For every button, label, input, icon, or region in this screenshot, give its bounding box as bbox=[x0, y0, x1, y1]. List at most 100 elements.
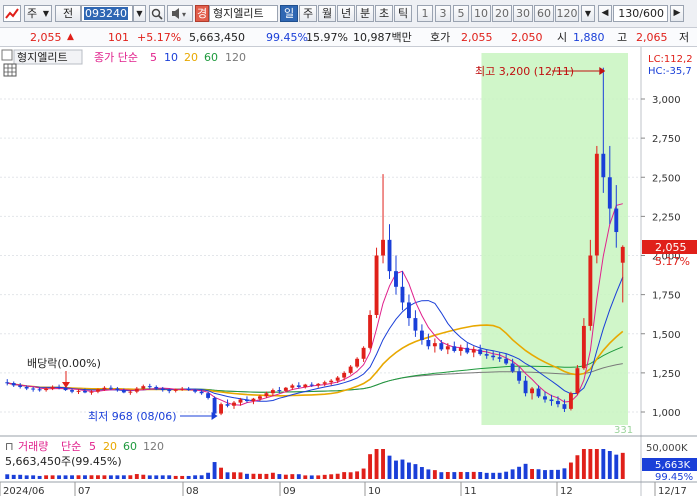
candle-body bbox=[303, 384, 308, 387]
candle-body bbox=[270, 390, 275, 394]
volume-bar bbox=[452, 472, 457, 479]
volume-bar bbox=[141, 474, 146, 479]
search-button[interactable] bbox=[149, 5, 165, 22]
time-tick-label: 11 bbox=[464, 486, 477, 496]
volume-bar bbox=[257, 473, 262, 479]
volume-bar bbox=[167, 475, 172, 479]
step-button-3[interactable]: 3 bbox=[435, 5, 451, 22]
candle-body bbox=[245, 399, 249, 402]
volume-legend-icon: ⊓ bbox=[5, 440, 14, 453]
volume-bar bbox=[83, 475, 87, 479]
price-badge: 2,055 bbox=[655, 241, 687, 254]
volume-bar bbox=[497, 472, 502, 479]
candle-body bbox=[316, 383, 321, 386]
legend-stock-name: 형지엘리트 bbox=[17, 51, 68, 64]
period-tab-year[interactable]: 년 bbox=[337, 5, 355, 22]
scope-button[interactable]: 전 bbox=[55, 5, 81, 22]
price-tick-label: 1,000 bbox=[652, 408, 681, 419]
stock-code-input[interactable]: 093240 bbox=[81, 5, 133, 22]
period-tab-tick[interactable]: 틱 bbox=[394, 5, 412, 22]
candle-body bbox=[76, 390, 81, 392]
volume-bar bbox=[186, 475, 191, 479]
candle-body bbox=[620, 246, 625, 263]
period-tab-week[interactable]: 주 bbox=[299, 5, 317, 22]
time-tick-label: 12/17 bbox=[658, 486, 687, 496]
count-display[interactable]: 130/600 bbox=[613, 5, 668, 22]
legend-ma-120: 120 bbox=[225, 51, 246, 64]
volume-bar bbox=[44, 475, 49, 479]
volume-bar bbox=[251, 473, 256, 479]
candle-body bbox=[575, 368, 580, 394]
price-chart[interactable]: 3,0002,7502,5002,2502,0001,7501,5001,250… bbox=[0, 47, 697, 496]
market-select[interactable]: 주 ▼ bbox=[24, 5, 52, 22]
scroll-left-button[interactable]: ◀ bbox=[598, 5, 612, 22]
volume-bar bbox=[18, 474, 23, 479]
volume-value-text: 5,663,450주(99.45%) bbox=[5, 455, 122, 468]
price-tick-label: 2,750 bbox=[652, 134, 681, 145]
volume-bar bbox=[180, 475, 185, 479]
volume-bar bbox=[510, 469, 515, 479]
period-tab-second[interactable]: 초 bbox=[375, 5, 393, 22]
volume-bar bbox=[543, 470, 547, 479]
legend-ma-10: 10 bbox=[164, 51, 178, 64]
candle-body bbox=[232, 402, 236, 406]
period-tab-day[interactable]: 일 bbox=[280, 5, 298, 22]
volume-bar bbox=[594, 449, 599, 479]
volume-bar bbox=[96, 475, 100, 479]
ask-label: 호가 bbox=[430, 31, 451, 44]
candle-body bbox=[63, 387, 68, 391]
legend-ma-20: 20 bbox=[184, 51, 198, 64]
period-tab-minute[interactable]: 분 bbox=[356, 5, 374, 22]
volume-bar bbox=[24, 475, 29, 479]
change-percent: +5.17% bbox=[137, 31, 182, 44]
step-button-120[interactable]: 120 bbox=[555, 5, 579, 22]
step-button-10[interactable]: 10 bbox=[471, 5, 491, 22]
up-arrow-icon: ▲ bbox=[67, 32, 74, 42]
volume-bar bbox=[121, 475, 126, 479]
step-button-5[interactable]: 5 bbox=[453, 5, 469, 22]
candle-body bbox=[141, 386, 146, 389]
candle-body bbox=[18, 385, 23, 387]
time-tick-label: 12 bbox=[560, 486, 573, 496]
code-dropdown-button[interactable]: ▼ bbox=[133, 5, 146, 22]
step-button-30[interactable]: 30 bbox=[513, 5, 533, 22]
scroll-right-button[interactable]: ▶ bbox=[670, 5, 684, 22]
grid-icon[interactable] bbox=[3, 63, 17, 77]
volume-bar bbox=[128, 475, 133, 479]
candle-body bbox=[419, 330, 424, 341]
volume-tick: 50,000K bbox=[646, 443, 688, 454]
period-tab-month[interactable]: 월 bbox=[318, 5, 336, 22]
volume-ma-20: 20 bbox=[103, 440, 117, 453]
volume-ma-60: 60 bbox=[123, 440, 137, 453]
candle-body bbox=[31, 388, 36, 390]
candle-body bbox=[115, 388, 120, 391]
candle-body bbox=[581, 325, 586, 369]
stock-code-value: 093240 bbox=[84, 7, 128, 20]
volume-percent-badge: 99.45% bbox=[655, 472, 693, 483]
volume-bar bbox=[147, 475, 152, 479]
candle-body bbox=[413, 318, 418, 331]
candle-body bbox=[225, 404, 230, 406]
volume-ratio: 99.45% bbox=[266, 31, 308, 44]
price-tick-label: 1,250 bbox=[652, 369, 681, 380]
volume-value: 5,663,450 bbox=[189, 31, 245, 44]
candle-body bbox=[290, 385, 295, 388]
speaker-button[interactable]: ▾ bbox=[167, 5, 193, 22]
volume-bar bbox=[37, 475, 42, 479]
market-select-value: 주 bbox=[27, 7, 38, 20]
volume-bar bbox=[381, 449, 385, 479]
time-tick-label: 07 bbox=[78, 486, 91, 496]
step-button-1[interactable]: 1 bbox=[417, 5, 433, 22]
step-dropdown-button[interactable]: ▼ bbox=[581, 5, 595, 22]
volume-bar bbox=[523, 463, 528, 479]
volume-bar bbox=[70, 475, 74, 479]
step-button-20[interactable]: 20 bbox=[492, 5, 512, 22]
corner-label: 331 bbox=[614, 425, 633, 436]
legend-toggle-icon[interactable] bbox=[1, 49, 13, 61]
volume-bar bbox=[556, 469, 560, 479]
legend-ma-60: 60 bbox=[204, 51, 218, 64]
candle-body bbox=[206, 393, 211, 398]
time-tick-label: 10 bbox=[368, 486, 381, 496]
candle-body bbox=[134, 388, 139, 392]
step-button-60[interactable]: 60 bbox=[534, 5, 554, 22]
